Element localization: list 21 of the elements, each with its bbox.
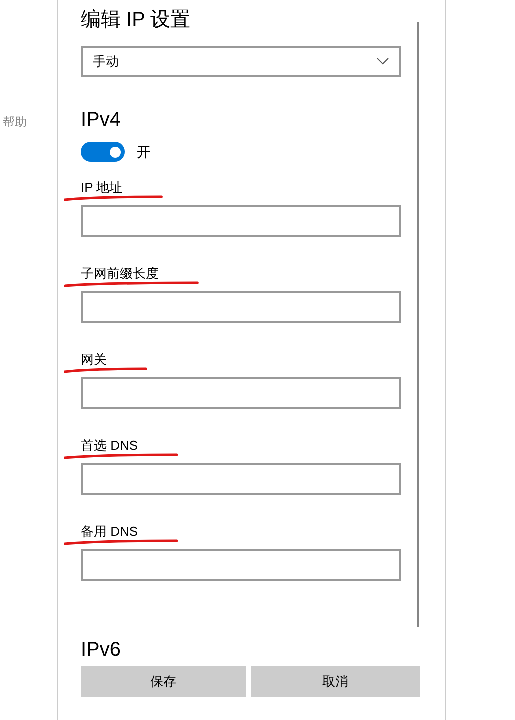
dialog-title: 编辑 IP 设置: [81, 8, 191, 33]
help-link[interactable]: 帮助: [3, 115, 27, 129]
toggle-label: 开: [137, 143, 151, 162]
section-heading: IPv4: [81, 108, 122, 133]
mode-dropdown[interactable]: 手动: [81, 46, 401, 77]
text-input-field[interactable]: [81, 377, 401, 409]
field-label: 首选 DNS: [81, 437, 138, 455]
text-input-field[interactable]: [81, 549, 401, 581]
cancel-button[interactable]: 取消: [251, 666, 420, 697]
field-label: 备用 DNS: [81, 523, 138, 541]
text-input-field[interactable]: [81, 205, 401, 237]
text-input-field[interactable]: [81, 291, 401, 323]
toggle-switch[interactable]: [81, 142, 125, 162]
field-label: 子网前缀长度: [81, 265, 159, 283]
field-label: IP 地址: [81, 179, 123, 197]
text-input-field[interactable]: [81, 463, 401, 495]
chevron-down-icon: [377, 58, 389, 65]
save-button[interactable]: 保存: [81, 666, 246, 697]
scrollbar-thumb[interactable]: [417, 22, 419, 627]
field-label: 网关: [81, 351, 107, 369]
section-heading: IPv6: [81, 638, 122, 663]
